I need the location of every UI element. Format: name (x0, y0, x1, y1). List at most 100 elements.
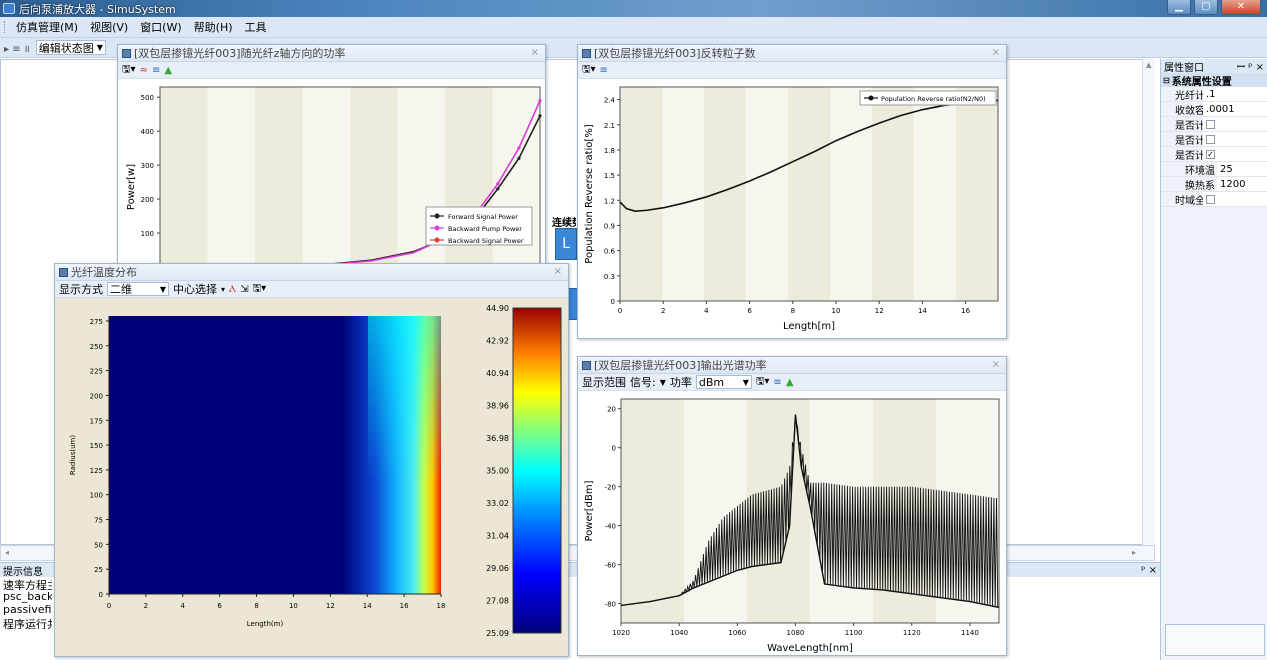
state-view-select[interactable]: 编辑状态图 ▼ (35, 40, 106, 55)
x-tick-label: 1100 (845, 629, 863, 637)
y-tick-label: 200 (141, 196, 154, 204)
menu-simulation[interactable]: 仿真管理(M) (10, 19, 84, 35)
legend-label: Population Reverse ratio(N2/N0) (881, 95, 986, 103)
property-row[interactable]: 是否计算 (1161, 132, 1267, 147)
pane-close-icon[interactable]: × (554, 266, 562, 277)
chevron-down-icon[interactable]: ▾ (221, 285, 225, 294)
pane-power-z: [双包层掺镱光纤003]随光纤z轴方向的功率 × 🖫▾ ≈ ≡ ▲ 100 200… (117, 44, 546, 274)
y-tick-label: 275 (90, 318, 103, 326)
maximize-button[interactable]: ▢ (1194, 0, 1218, 15)
panel-pin-icon[interactable]: ꟷ ᵖ × (1237, 59, 1264, 73)
display-mode-select[interactable]: 二维 ▼ (107, 282, 169, 296)
property-value[interactable] (1203, 194, 1267, 204)
minimize-button[interactable]: ▁ (1167, 0, 1191, 15)
axis-icon[interactable]: Ⲁ (229, 284, 236, 295)
property-checkbox[interactable] (1206, 119, 1215, 129)
y-tick-label: 1.2 (604, 197, 615, 205)
property-value[interactable]: .0001 (1203, 104, 1267, 115)
plot-band (914, 87, 956, 301)
property-value[interactable]: ✓ (1203, 149, 1267, 159)
menu-tools[interactable]: 工具 (239, 19, 273, 35)
unit-select[interactable]: dBm ▼ (695, 375, 752, 389)
curve-icon[interactable]: ≈ (140, 65, 148, 76)
plot-band (621, 399, 684, 623)
save-icon[interactable]: 🖫▾ (122, 62, 136, 79)
property-key: 是否计算 (1161, 117, 1203, 131)
scroll-left-icon[interactable]: ◂ (5, 548, 9, 557)
x-tick-label: 18 (437, 602, 446, 610)
message-panel-title: 提示信息 (3, 566, 43, 578)
property-value[interactable]: 1200 (1217, 179, 1267, 190)
series-point (538, 98, 542, 103)
plot-band (350, 87, 398, 267)
range-button[interactable]: 显示范围 (582, 374, 626, 390)
pane-title: 光纤温度分布 (71, 266, 137, 279)
legend-icon[interactable]: ≡ (152, 65, 160, 76)
plot-band (788, 87, 830, 301)
workspace-vertical-scrollbar[interactable]: ▲ (1142, 59, 1155, 545)
y-tick-label: 400 (141, 128, 154, 136)
save-icon[interactable]: 🖫▾ (756, 374, 770, 391)
legend-marker (868, 95, 874, 101)
toolbar-controls[interactable]: ▸ ≡ ॥ (4, 41, 30, 55)
property-section[interactable]: ⊟ 系统属性设置 (1161, 73, 1267, 88)
x-tick-label: 12 (326, 602, 335, 610)
message-panel-pin-icon[interactable]: ᵖ × (1141, 565, 1157, 576)
menu-window[interactable]: 窗口(W) (134, 19, 187, 35)
export-icon[interactable]: ⇲ (240, 284, 248, 295)
close-button[interactable]: ✕ (1221, 0, 1261, 15)
legend-icon[interactable]: ≡ (773, 377, 781, 388)
diagram-block[interactable]: L (555, 228, 577, 260)
y-axis-label: Radius(um) (69, 435, 77, 475)
plot-band (160, 87, 208, 267)
property-value[interactable] (1203, 119, 1267, 129)
save-icon[interactable]: 🖫▾ (582, 62, 596, 79)
property-key: 是否计算 (1161, 132, 1203, 146)
pane-header[interactable]: [双包层掺镱光纤003]输出光谱功率 × (578, 357, 1006, 374)
scroll-right-icon[interactable]: ▸ (1132, 548, 1136, 557)
save-icon[interactable]: 🖫▾ (253, 281, 267, 298)
pane-close-icon[interactable]: × (992, 47, 1000, 58)
chevron-down-icon[interactable]: ▼ (660, 378, 666, 387)
paint-icon[interactable]: ▲ (164, 65, 172, 76)
scroll-up-icon[interactable]: ▲ (1146, 61, 1151, 69)
temperature-chart: 0 2 4 6 8 10 12 14 16 18 0 25 50 75 100 125 150 175 200 225… (55, 298, 568, 656)
window-title: 后向泵浦放大器 - SimuSystem (19, 2, 176, 16)
pane-title: [双包层掺镱光纤003]反转粒子数 (594, 47, 756, 60)
y-axis-label: Power[dBm] (584, 480, 595, 541)
property-row[interactable]: 换热系 1200 (1161, 177, 1267, 192)
legend-icon[interactable]: ≡ (600, 65, 608, 76)
collapse-icon[interactable]: ⊟ (1163, 76, 1170, 85)
series-point (496, 182, 500, 186)
series-point (517, 156, 521, 160)
center-select-button[interactable]: 中心选择 (173, 281, 217, 297)
property-checkbox[interactable] (1206, 134, 1215, 144)
signal-label[interactable]: 信号: (630, 374, 656, 390)
property-checkbox[interactable] (1206, 194, 1215, 204)
y-tick-label: 225 (90, 368, 103, 376)
pane-header[interactable]: [双包层掺镱光纤003]反转粒子数 × (578, 45, 1006, 62)
pane-header[interactable]: [双包层掺镱光纤003]随光纤z轴方向的功率 × (118, 45, 545, 62)
property-row[interactable]: 是否计算✓ (1161, 147, 1267, 162)
y-tick-label: 125 (90, 467, 103, 475)
property-value[interactable] (1203, 134, 1267, 144)
colorbar-tick-label: 42.92 (486, 337, 509, 346)
property-row[interactable]: 时域全局 (1161, 192, 1267, 207)
app-icon (3, 3, 15, 14)
property-checkbox[interactable]: ✓ (1206, 149, 1215, 159)
property-row[interactable]: 收敛容忍.0001 (1161, 102, 1267, 117)
menu-view[interactable]: 视图(V) (84, 19, 134, 35)
menu-help[interactable]: 帮助(H) (188, 19, 239, 35)
plot-band (746, 87, 788, 301)
pane-close-icon[interactable]: × (531, 47, 539, 58)
property-row[interactable]: 是否计算 (1161, 117, 1267, 132)
pane-header[interactable]: 光纤温度分布 × (55, 264, 568, 281)
pane-close-icon[interactable]: × (992, 359, 1000, 370)
property-row[interactable]: 光纤计算.1 (1161, 87, 1267, 102)
property-row[interactable]: 环境温 25 (1161, 162, 1267, 177)
paint-icon[interactable]: ▲ (786, 377, 794, 388)
y-tick-label: 1.5 (604, 172, 615, 180)
pane-toolbar: 🖫▾ ≡ (578, 62, 1006, 79)
property-value[interactable]: 25 (1217, 164, 1267, 175)
property-value[interactable]: .1 (1203, 89, 1267, 100)
